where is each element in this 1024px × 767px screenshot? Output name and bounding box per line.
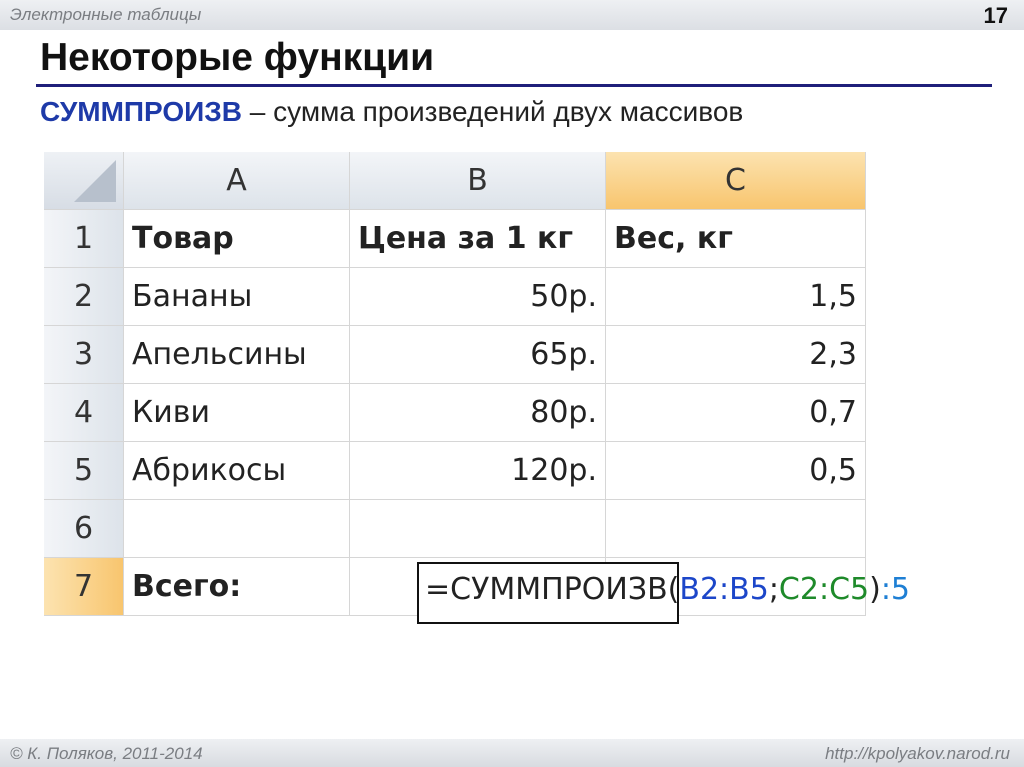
- cell-c5[interactable]: 0,5: [606, 442, 866, 500]
- cell-b1[interactable]: Цена за 1 кг: [350, 210, 606, 268]
- slide-subtitle: СУММПРОИЗВ – сумма произведений двух мас…: [40, 96, 743, 128]
- row-header[interactable]: 3: [44, 326, 124, 384]
- row-header[interactable]: 5: [44, 442, 124, 500]
- cell-a3[interactable]: Апельсины: [124, 326, 350, 384]
- cell-b2[interactable]: 50р.: [350, 268, 606, 326]
- cell-a1[interactable]: Товар: [124, 210, 350, 268]
- column-header-b[interactable]: B: [350, 152, 606, 210]
- cell-c2[interactable]: 1,5: [606, 268, 866, 326]
- formula-prefix: =СУММПРОИЗВ(: [425, 572, 680, 607]
- cell-b6[interactable]: [350, 500, 606, 558]
- formula-close: ): [869, 572, 881, 607]
- cell-c1[interactable]: Вес, кг: [606, 210, 866, 268]
- cell-b5[interactable]: 120р.: [350, 442, 606, 500]
- row-header[interactable]: 4: [44, 384, 124, 442]
- cell-c6[interactable]: [606, 500, 866, 558]
- select-all-triangle-icon: [74, 159, 116, 202]
- title-underline: [36, 84, 992, 87]
- cell-a2[interactable]: Бананы: [124, 268, 350, 326]
- formula-text[interactable]: =СУММПРОИЗВ(B2:B5;C2:C5):5: [425, 572, 910, 607]
- slide-number: 17: [983, 3, 1008, 28]
- column-header-a[interactable]: A: [124, 152, 350, 210]
- cell-a6[interactable]: [124, 500, 350, 558]
- cell-b4[interactable]: 80р.: [350, 384, 606, 442]
- row-header[interactable]: 2: [44, 268, 124, 326]
- cell-b3[interactable]: 65р.: [350, 326, 606, 384]
- footer-author: © К. Поляков, 2011-2014: [10, 744, 203, 763]
- slide-title: Некоторые функции: [40, 36, 435, 79]
- cell-c4[interactable]: 0,7: [606, 384, 866, 442]
- formula-tail: :5: [880, 572, 911, 607]
- topic-label: Электронные таблицы: [10, 5, 202, 24]
- formula-separator: ;: [768, 572, 779, 607]
- cell-a7[interactable]: Всего:: [124, 558, 350, 616]
- footer-bar: © К. Поляков, 2011-2014 http://kpolyakov…: [0, 739, 1024, 767]
- row-header[interactable]: 1: [44, 210, 124, 268]
- row-header[interactable]: 6: [44, 500, 124, 558]
- formula-range-1: B2:B5: [679, 572, 769, 607]
- cell-c3[interactable]: 2,3: [606, 326, 866, 384]
- cell-a4[interactable]: Киви: [124, 384, 350, 442]
- top-bar: Электронные таблицы 17: [0, 0, 1024, 30]
- function-description: – сумма произведений двух массивов: [242, 96, 744, 127]
- formula-range-2: C2:C5: [778, 572, 870, 607]
- column-header-c[interactable]: C: [606, 152, 866, 210]
- cell-a5[interactable]: Абрикосы: [124, 442, 350, 500]
- footer-url: http://kpolyakov.narod.ru: [825, 744, 1010, 763]
- select-all-corner[interactable]: [44, 152, 124, 210]
- function-name: СУММПРОИЗВ: [40, 96, 243, 127]
- row-header[interactable]: 7: [44, 558, 124, 616]
